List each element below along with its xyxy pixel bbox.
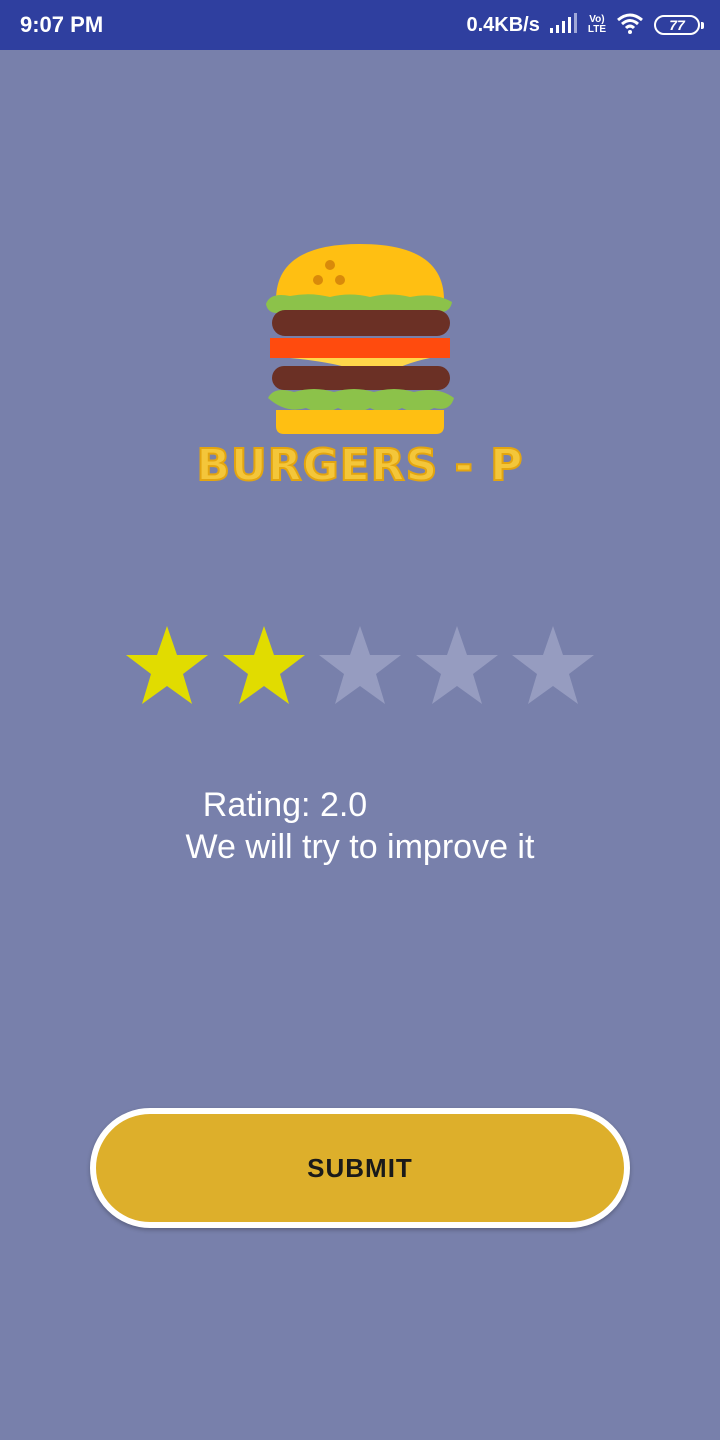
wifi-icon [616,12,644,39]
star-icon[interactable] [221,624,307,708]
star-icon[interactable] [317,624,403,708]
star-icon[interactable] [414,624,500,708]
network-speed: 0.4KB/s [466,13,540,36]
battery-icon: 77 [654,15,704,35]
status-icons: 0.4KB/s Vo) LTE 77 [466,12,704,39]
rating-feedback-text: We will try to improve it [185,828,535,866]
rating-bar[interactable] [124,624,596,708]
rating-message: Rating: 2.0 We will try to improve it [0,784,720,868]
status-time: 9:07 PM [20,12,104,37]
volte-icon: Vo) LTE [587,14,606,35]
star-icon[interactable] [124,624,210,708]
status-bar: 9:07 PM 0.4KB/s Vo) LTE 77 [0,0,720,50]
burger-icon [260,240,460,440]
signal-icon [549,12,578,38]
rating-value-text: Rating: 2.0 [202,786,368,824]
star-icon[interactable] [510,624,596,708]
submit-button[interactable]: SUBMIT [90,1108,630,1228]
brand-title: BURGERS - P [195,439,524,492]
